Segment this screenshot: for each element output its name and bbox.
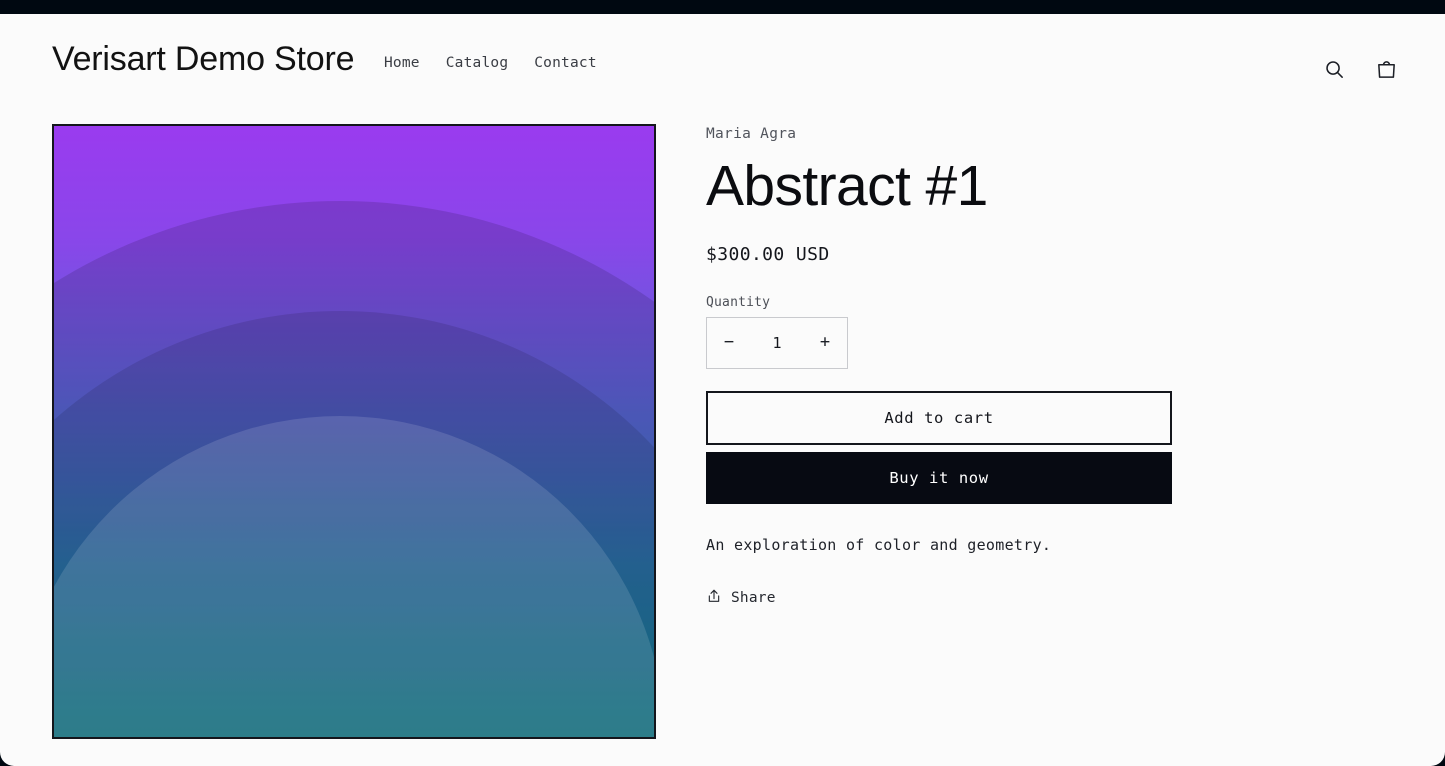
browser-chrome-bar <box>0 0 1445 14</box>
share-label: Share <box>731 589 776 606</box>
add-to-cart-button[interactable]: Add to cart <box>706 390 1172 445</box>
quantity-label: Quantity <box>706 294 771 310</box>
store-logo[interactable]: Verisart Demo Store <box>52 40 355 79</box>
product-description: An exploration of color and geometry. <box>706 535 1052 554</box>
abstract-artwork <box>54 126 654 737</box>
header-actions <box>1321 56 1399 82</box>
quantity-decrease-button[interactable]: − <box>707 318 751 368</box>
quantity-value[interactable]: 1 <box>751 334 803 352</box>
nav-link-home[interactable]: Home <box>384 51 420 75</box>
quantity-stepper: − 1 + <box>706 316 848 369</box>
site-header: Verisart Demo Store Home Catalog Contact <box>0 14 1445 106</box>
main-navigation: Home Catalog Contact <box>384 51 597 75</box>
product-title: Abstract #1 <box>706 154 988 218</box>
nav-link-contact[interactable]: Contact <box>534 51 597 75</box>
product-vendor[interactable]: Maria Agra <box>706 126 1176 142</box>
product-image-frame[interactable] <box>52 124 656 739</box>
quantity-increase-button[interactable]: + <box>803 318 847 368</box>
search-icon[interactable] <box>1321 56 1347 82</box>
buy-it-now-button[interactable]: Buy it now <box>706 451 1172 504</box>
page-viewport: Verisart Demo Store Home Catalog Contact <box>0 14 1445 766</box>
nav-link-catalog[interactable]: Catalog <box>446 51 509 75</box>
share-icon <box>706 588 722 608</box>
product-price: $300.00 USD <box>706 243 830 265</box>
product-info-panel: Maria Agra Abstract #1 $300.00 USD Quant… <box>706 126 1176 608</box>
cart-icon[interactable] <box>1373 56 1399 82</box>
share-button[interactable]: Share <box>706 588 776 608</box>
browser-window: Verisart Demo Store Home Catalog Contact <box>0 0 1445 766</box>
